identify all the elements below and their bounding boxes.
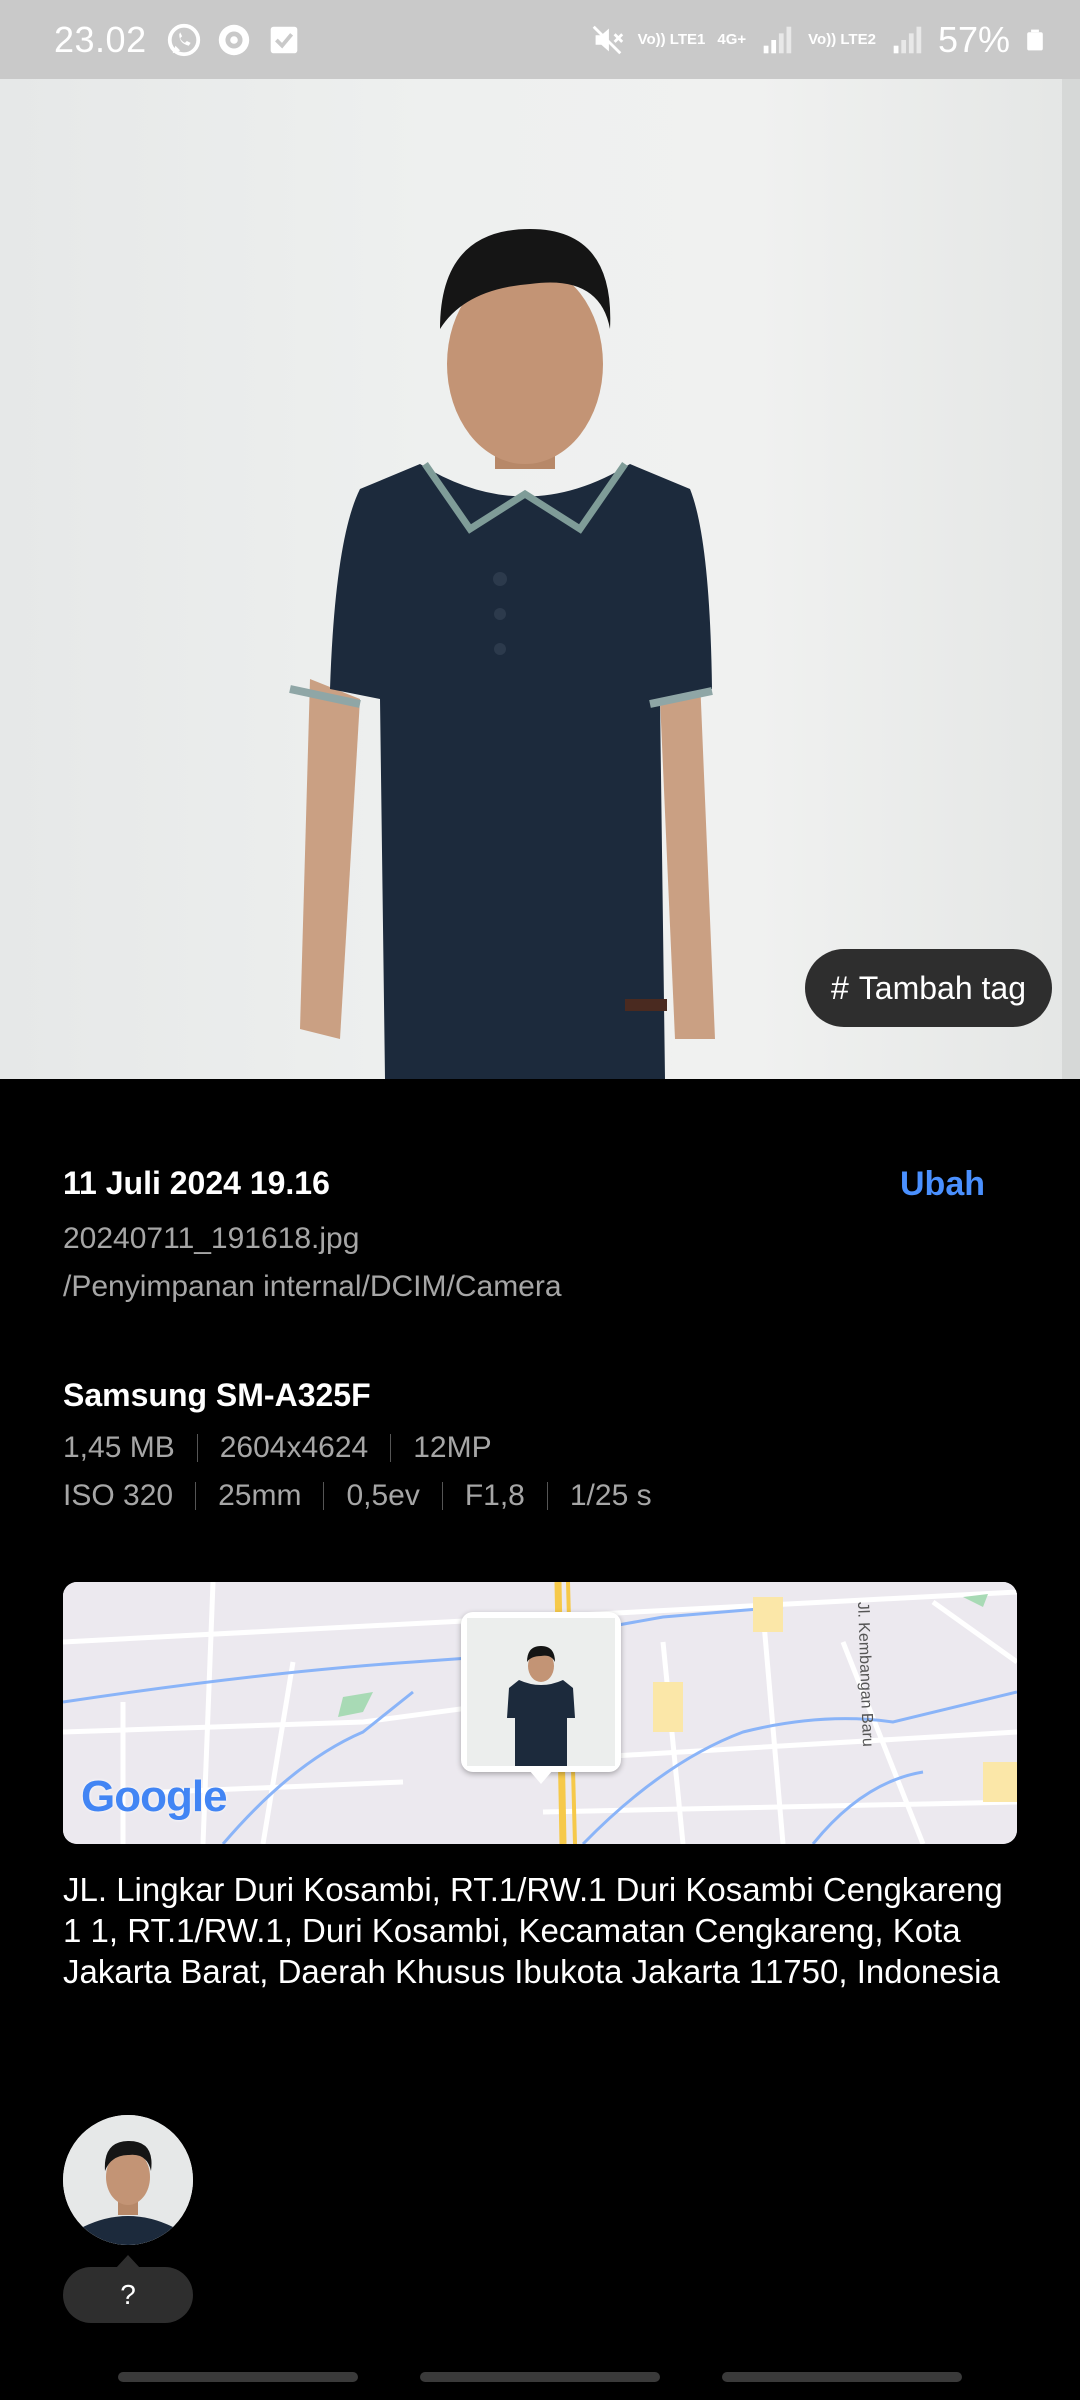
photo-date: 11 Juli 2024 19.16 [63,1165,330,1201]
network-type: 4G+ [717,31,747,48]
exposure-meta-row: ISO 320 25mm 0,5ev F1,8 1/25 s [63,1479,652,1513]
record-icon [218,24,249,55]
map-pin-pointer [529,1770,553,1784]
divider [390,1434,392,1462]
face-thumbnail [63,2115,193,2245]
location-map[interactable]: Jl. Kembangan Baru Google [63,1582,1017,1844]
nav-recents-button[interactable] [118,2372,358,2382]
exposure: 0,5ev [346,1479,420,1512]
navigation-bar [0,2372,1080,2384]
checkbox-icon [270,26,297,53]
divider [441,1482,443,1510]
divider [546,1482,548,1510]
unknown-person-tag[interactable]: ? [63,2267,193,2323]
person-photo [289,79,1080,1079]
camera-device: Samsung SM-A325F [63,1377,371,1413]
file-size: 1,45 MB [63,1431,175,1464]
map-pin-thumbnail [467,1618,615,1766]
iso: ISO 320 [63,1479,174,1512]
add-tag-label: Tambah tag [858,969,1026,1006]
divider [196,1434,198,1462]
shutter-speed: 1/25 s [569,1479,652,1512]
nav-home-button[interactable] [420,2372,660,2382]
file-path: /Penyimpanan internal/DCIM/Camera [63,1270,562,1303]
network-label-1: Vo)) LTE1 [637,31,706,48]
file-name: 20240711_191618.jpg [63,1222,360,1255]
photo-viewer[interactable]: # Tambah tag [0,79,1080,1079]
add-tag-button[interactable]: # Tambah tag [804,949,1052,1027]
battery-icon [1027,29,1043,50]
network-label-2: Vo)) LTE2 [808,31,876,48]
focal-length: 25mm [218,1479,302,1512]
mute-icon [592,25,623,54]
signal-icon [763,26,792,53]
status-time: 23.02 [54,18,147,60]
google-logo: Google [81,1772,228,1821]
edit-button[interactable]: Ubah [900,1165,985,1204]
megapixels: 12MP [413,1431,492,1464]
battery-percent: 57% [937,18,1010,60]
hashtag-icon: # [830,969,849,1006]
map-photo-pin[interactable] [461,1612,621,1772]
status-left: 23.02 [54,19,303,61]
location-address: JL. Lingkar Duri Kosambi, RT.1/RW.1 Duri… [63,1871,1003,1990]
divider [323,1482,325,1510]
nav-back-button[interactable] [722,2372,962,2382]
signal-icon-2 [893,26,922,53]
whatsapp-icon [167,23,200,56]
person-avatar[interactable] [63,2115,193,2245]
status-right: Vo)) LTE1 4G+ Vo)) LTE2 57% [588,19,1048,61]
aperture: F1,8 [464,1479,525,1512]
file-meta-row: 1,45 MB 2604x4624 12MP [63,1431,492,1465]
status-bar: 23.02 Vo)) LTE1 4G+ Vo)) LTE2 57% [0,0,1080,79]
divider [195,1482,197,1510]
resolution: 2604x4624 [219,1431,369,1464]
